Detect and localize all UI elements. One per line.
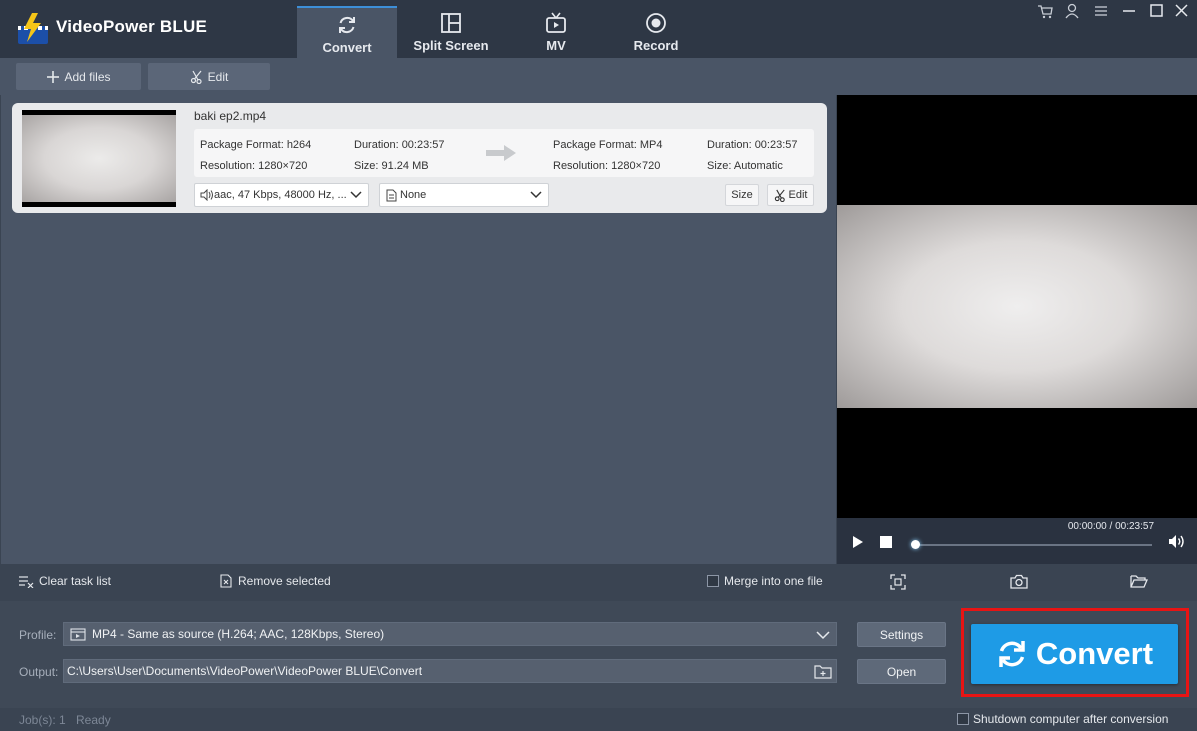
merge-checkbox-box[interactable] — [707, 575, 719, 587]
status-text: Ready — [76, 713, 111, 727]
plus-icon — [47, 70, 60, 83]
item-edit-button[interactable]: Edit — [767, 184, 814, 206]
maximize-icon[interactable] — [1145, 2, 1167, 20]
video-thumbnail[interactable] — [22, 110, 176, 207]
remove-selected-button[interactable]: Remove selected — [219, 574, 331, 588]
shutdown-checkbox[interactable]: Shutdown computer after conversion — [957, 712, 1168, 726]
tab-mv[interactable]: MV — [506, 6, 606, 58]
source-resolution: Resolution: 1280×720 — [200, 160, 308, 172]
fullscreen-icon[interactable] — [890, 574, 906, 590]
file-name: baki ep2.mp4 — [194, 109, 267, 123]
tab-split-screen[interactable]: Split Screen — [401, 6, 501, 58]
folder-open-icon[interactable] — [1130, 574, 1148, 589]
target-format: Package Format: MP4 — [553, 139, 663, 151]
profile-value: MP4 - Same as source (H.264; AAC, 128Kbp… — [92, 627, 385, 641]
chevron-down-icon — [816, 631, 830, 640]
tab-label: Convert — [322, 40, 372, 55]
subtitle-select[interactable]: None — [379, 183, 549, 207]
info-box: Package Format: h264 Duration: 00:23:57 … — [194, 129, 814, 177]
seek-handle[interactable] — [911, 540, 920, 549]
open-button[interactable]: Open — [857, 659, 946, 684]
tab-label: MV — [546, 38, 566, 53]
merge-label: Merge into one file — [724, 574, 823, 588]
tab-convert[interactable]: Convert — [297, 6, 397, 58]
subtitle-value: None — [400, 189, 427, 201]
tab-label: Split Screen — [413, 38, 489, 53]
volume-icon[interactable] — [1168, 534, 1186, 549]
shutdown-checkbox-box[interactable] — [957, 713, 969, 725]
shutdown-label: Shutdown computer after conversion — [973, 712, 1169, 726]
folder-icon[interactable] — [814, 664, 832, 679]
settings-button[interactable]: Settings — [857, 622, 946, 647]
edit-label: Edit — [207, 69, 229, 84]
source-size: Size: 91.24 MB — [354, 160, 429, 172]
clear-task-list-label: Clear task list — [39, 574, 112, 588]
seek-bar[interactable] — [915, 544, 1152, 546]
tv-icon — [546, 12, 566, 33]
arrow-right-icon — [486, 145, 516, 161]
status-bar: Job(s): 1 Ready Shutdown computer after … — [0, 708, 1197, 731]
clear-list-icon — [19, 575, 34, 588]
camera-icon[interactable] — [1010, 574, 1028, 589]
title-bar: VideoPower BLUE Convert Split Screen MV — [0, 0, 1197, 58]
task-list: baki ep2.mp4 Package Format: h264 Durati… — [1, 95, 836, 564]
target-resolution: Resolution: 1280×720 — [553, 160, 661, 172]
preview-frame — [837, 205, 1197, 408]
format-icon — [70, 627, 86, 641]
profile-label: Profile: — [19, 628, 57, 642]
tab-label: Record — [633, 38, 679, 53]
target-duration: Duration: 00:23:57 — [707, 139, 798, 151]
app-logo-icon — [18, 13, 48, 44]
source-format: Package Format: h264 — [200, 139, 312, 151]
jobs-count: Job(s): 1 — [19, 713, 66, 727]
add-files-label: Add files — [64, 69, 111, 84]
edit-button[interactable]: Edit — [148, 63, 270, 90]
output-path-value: C:\Users\User\Documents\VideoPower\Video… — [67, 664, 423, 678]
refresh-icon — [999, 641, 1025, 667]
tab-record[interactable]: Record — [606, 6, 706, 58]
stop-icon[interactable] — [880, 536, 892, 548]
source-duration: Duration: 00:23:57 — [354, 139, 445, 151]
preview-actions-bar — [837, 564, 1197, 600]
refresh-icon — [339, 17, 355, 33]
cart-icon[interactable] — [1034, 2, 1056, 20]
audio-track-value: aac, 47 Kbps, 48000 Hz, ... — [214, 189, 347, 201]
chevron-down-icon — [350, 191, 362, 199]
close-icon[interactable] — [1171, 2, 1193, 20]
size-button[interactable]: Size — [725, 184, 759, 206]
convert-label: Convert — [1035, 636, 1154, 671]
remove-selected-label: Remove selected — [238, 574, 331, 588]
document-icon — [386, 189, 397, 201]
toolbar: Add files Edit — [0, 58, 1197, 95]
merge-checkbox[interactable]: Merge into one file — [707, 574, 823, 588]
profile-select[interactable]: MP4 - Same as source (H.264; AAC, 128Kbp… — [63, 622, 837, 646]
record-icon — [646, 13, 666, 33]
playback-time: 00:00:00 / 00:23:57 — [1067, 521, 1154, 532]
output-label: Output: — [19, 665, 59, 679]
play-icon[interactable] — [852, 535, 864, 549]
minimize-icon[interactable] — [1118, 2, 1140, 20]
audio-track-select[interactable]: aac, 47 Kbps, 48000 Hz, ... — [194, 183, 369, 207]
target-size: Size: Automatic — [707, 160, 783, 172]
task-item[interactable]: baki ep2.mp4 Package Format: h264 Durati… — [12, 103, 827, 213]
list-actions-bar: Clear task list Remove selected Merge in… — [1, 564, 836, 600]
convert-button[interactable]: Convert — [971, 624, 1178, 684]
scissors-icon — [774, 189, 785, 202]
menu-icon[interactable] — [1090, 2, 1112, 20]
speaker-icon — [200, 189, 213, 201]
scissors-icon — [190, 70, 202, 84]
output-path-input[interactable]: C:\Users\User\Documents\VideoPower\Video… — [63, 659, 837, 683]
item-edit-label: Edit — [788, 189, 808, 201]
app-title: VideoPower BLUE — [56, 17, 207, 36]
remove-file-icon — [220, 574, 232, 588]
clear-task-list-button[interactable]: Clear task list — [18, 574, 111, 588]
add-files-button[interactable]: Add files — [16, 63, 141, 90]
video-preview: 00:00:00 / 00:23:57 — [837, 95, 1197, 564]
user-icon[interactable] — [1061, 2, 1083, 20]
chevron-down-icon — [530, 191, 542, 199]
split-screen-icon — [441, 13, 461, 33]
